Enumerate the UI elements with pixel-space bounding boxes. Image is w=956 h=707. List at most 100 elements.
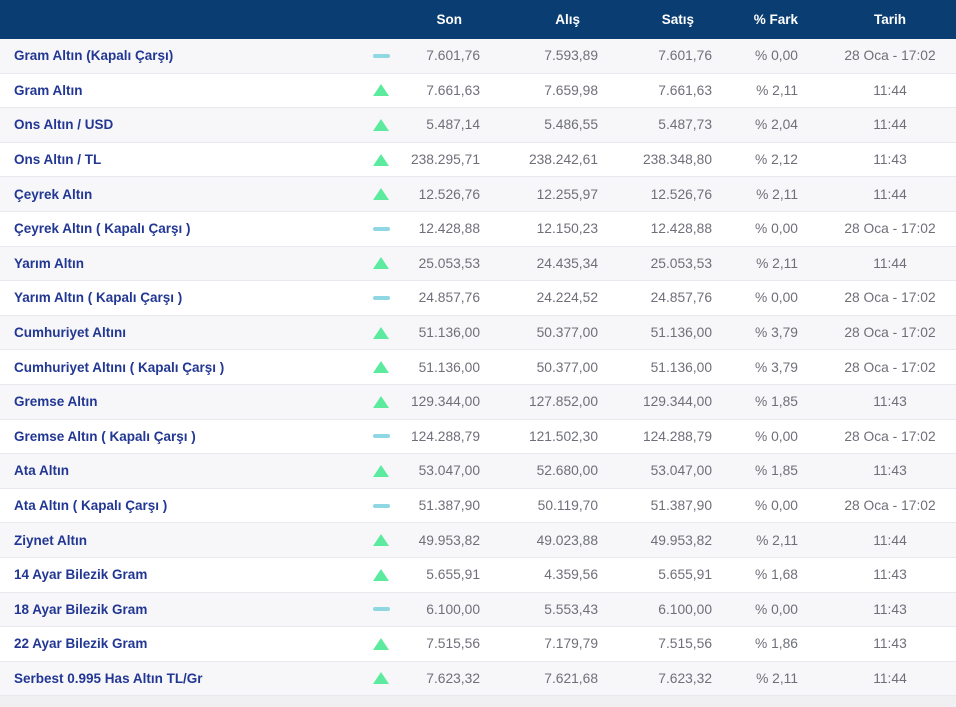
trend-cell [358, 295, 404, 300]
alis-value: 127.852,00 [528, 394, 598, 410]
tarih-value: 11:43 [873, 636, 907, 652]
trend-flat-icon [372, 434, 390, 439]
alis-value: 7.621,68 [544, 670, 598, 686]
table-row[interactable]: Gram Altın 7.661,63 7.659,98 7.661,63 % … [0, 73, 956, 109]
col-header-son: Son [436, 12, 463, 27]
tarih-value: 11:44 [873, 117, 907, 133]
trend-up-icon [373, 637, 389, 650]
fark-value: % 1,85 [755, 394, 798, 410]
table-row[interactable]: Gremse Altın ( Kapalı Çarşı ) 124.288,79… [0, 419, 956, 455]
table-row[interactable]: Gram Altın (Kapalı Çarşı) 7.601,76 7.593… [0, 39, 956, 74]
son-value: 49.953,82 [418, 532, 480, 548]
instrument-name: 22 Ayar Bilezik Gram [14, 636, 148, 652]
tarih-value: 28 Oca - 17:02 [844, 290, 936, 306]
table-header-row: Son Alış Satış % Fark Tarih [0, 0, 956, 39]
tarih-value: 28 Oca - 17:02 [844, 498, 936, 514]
table-row[interactable]: 22 Ayar Bilezik Gram 7.515,56 7.179,79 7… [0, 627, 956, 662]
son-value: 51.136,00 [418, 359, 480, 375]
table-row[interactable]: 18 Ayar Bilezik Gram 6.100,00 5.553,43 6… [0, 592, 956, 628]
table-row[interactable]: Ata Altın 53.047,00 52.680,00 53.047,00 … [0, 454, 956, 489]
trend-flat-icon [372, 503, 390, 508]
trend-cell [358, 672, 404, 685]
instrument-name: Ons Altın / USD [14, 117, 114, 133]
tarih-value: 11:44 [873, 532, 907, 548]
alis-value: 12.150,23 [536, 221, 598, 237]
table-row[interactable]: Ons Altın / USD 5.487,14 5.486,55 5.487,… [0, 108, 956, 143]
fark-value: % 2,11 [756, 255, 798, 271]
trend-cell [358, 257, 404, 270]
satis-value: 5.487,73 [658, 117, 712, 133]
satis-value: 12.526,76 [650, 186, 712, 202]
table-row[interactable]: Cumhuriyet Altını ( Kapalı Çarşı ) 51.13… [0, 350, 956, 385]
satis-value: 7.623,32 [658, 670, 712, 686]
table-row[interactable]: Ons Altın / TL 238.295,71 238.242,61 238… [0, 142, 956, 178]
son-value: 5.655,91 [426, 567, 480, 583]
instrument-name: Yarım Altın [14, 255, 85, 271]
instrument-name: Serbest 0.995 Has Altın TL/Gr [14, 670, 203, 686]
trend-up-icon [373, 326, 389, 339]
satis-value: 7.601,76 [658, 48, 712, 64]
son-value: 12.428,88 [418, 221, 480, 237]
trend-cell [358, 568, 404, 581]
satis-value: 49.953,82 [650, 532, 712, 548]
table-row[interactable]: Ata Altın ( Kapalı Çarşı ) 51.387,90 50.… [0, 488, 956, 524]
instrument-name: Ons Altın / TL [14, 152, 102, 168]
tarih-value: 11:43 [873, 463, 907, 479]
alis-value: 50.377,00 [536, 325, 598, 341]
tarih-value: 11:44 [873, 186, 907, 202]
table-row[interactable]: 14 Ayar Bilezik Gram 5.655,91 4.359,56 5… [0, 557, 956, 593]
col-header-alis: Alış [555, 12, 580, 27]
alis-value: 52.680,00 [536, 463, 598, 479]
gold-prices-table: Son Alış Satış % Fark Tarih Gram Altın (… [0, 0, 956, 707]
alis-value: 7.659,98 [544, 82, 598, 98]
table-row[interactable]: Cumhuriyet Altını 51.136,00 50.377,00 51… [0, 315, 956, 351]
fark-value: % 0,00 [755, 221, 798, 237]
fark-value: % 2,11 [756, 186, 798, 202]
table-row[interactable]: Yarım Altın ( Kapalı Çarşı ) 24.857,76 2… [0, 281, 956, 316]
trend-up-icon [373, 118, 389, 131]
tarih-value: 28 Oca - 17:02 [844, 428, 936, 444]
alis-value: 50.119,70 [537, 498, 598, 514]
instrument-name: Ata Altın ( Kapalı Çarşı ) [14, 498, 168, 514]
alis-value: 5.486,55 [544, 117, 598, 133]
fark-value: % 2,12 [755, 152, 798, 168]
fark-value: % 0,00 [755, 290, 798, 306]
trend-cell [358, 153, 404, 166]
satis-value: 25.053,53 [650, 255, 712, 271]
tarih-value: 28 Oca - 17:02 [844, 48, 936, 64]
satis-value: 51.136,00 [650, 359, 712, 375]
satis-value: 5.655,91 [658, 567, 712, 583]
table-row[interactable]: Ziynet Altın 49.953,82 49.023,88 49.953,… [0, 523, 956, 558]
trend-cell [358, 434, 404, 439]
instrument-name: Gram Altın [14, 82, 83, 98]
satis-value: 51.387,90 [650, 498, 712, 514]
satis-value: 7.515,56 [658, 636, 712, 652]
alis-value: 24.224,52 [536, 290, 598, 306]
instrument-name: 14 Ayar Bilezik Gram [14, 567, 148, 583]
instrument-name: Ziynet Altın [14, 532, 87, 548]
satis-value: 12.428,88 [650, 221, 712, 237]
table-row[interactable]: Yarım Altın 25.053,53 24.435,34 25.053,5… [0, 246, 956, 282]
col-header-tarih: Tarih [873, 12, 906, 27]
instrument-name: Ata Altın [14, 463, 69, 479]
fark-value: % 3,79 [755, 325, 798, 341]
fark-value: % 0,00 [755, 601, 798, 617]
satis-value: 238.348,80 [642, 152, 712, 168]
son-value: 5.487,14 [426, 117, 480, 133]
tarih-value: 11:43 [873, 394, 907, 410]
tarih-value: 11:43 [873, 567, 907, 583]
son-value: 12.526,76 [418, 186, 480, 202]
table-row[interactable]: Çeyrek Altın 12.526,76 12.255,97 12.526,… [0, 177, 956, 212]
instrument-name: 18 Ayar Bilezik Gram [14, 601, 148, 617]
son-value: 7.661,63 [426, 82, 480, 98]
son-value: 7.623,32 [426, 670, 480, 686]
table-row[interactable]: Serbest 0.995 Has Altın TL/Gr 7.623,32 7… [0, 661, 956, 697]
fark-value: % 2,11 [756, 82, 798, 98]
table-row[interactable]: Gremse Altın 129.344,00 127.852,00 129.3… [0, 384, 956, 420]
trend-flat-icon [372, 295, 390, 300]
trend-up-icon [373, 153, 389, 166]
table-row[interactable]: Çeyrek Altın ( Kapalı Çarşı ) 12.428,88 … [0, 211, 956, 247]
col-header-fark: % Fark [753, 12, 798, 27]
tarih-value: 28 Oca - 17:02 [844, 359, 936, 375]
trend-up-icon [373, 464, 389, 477]
